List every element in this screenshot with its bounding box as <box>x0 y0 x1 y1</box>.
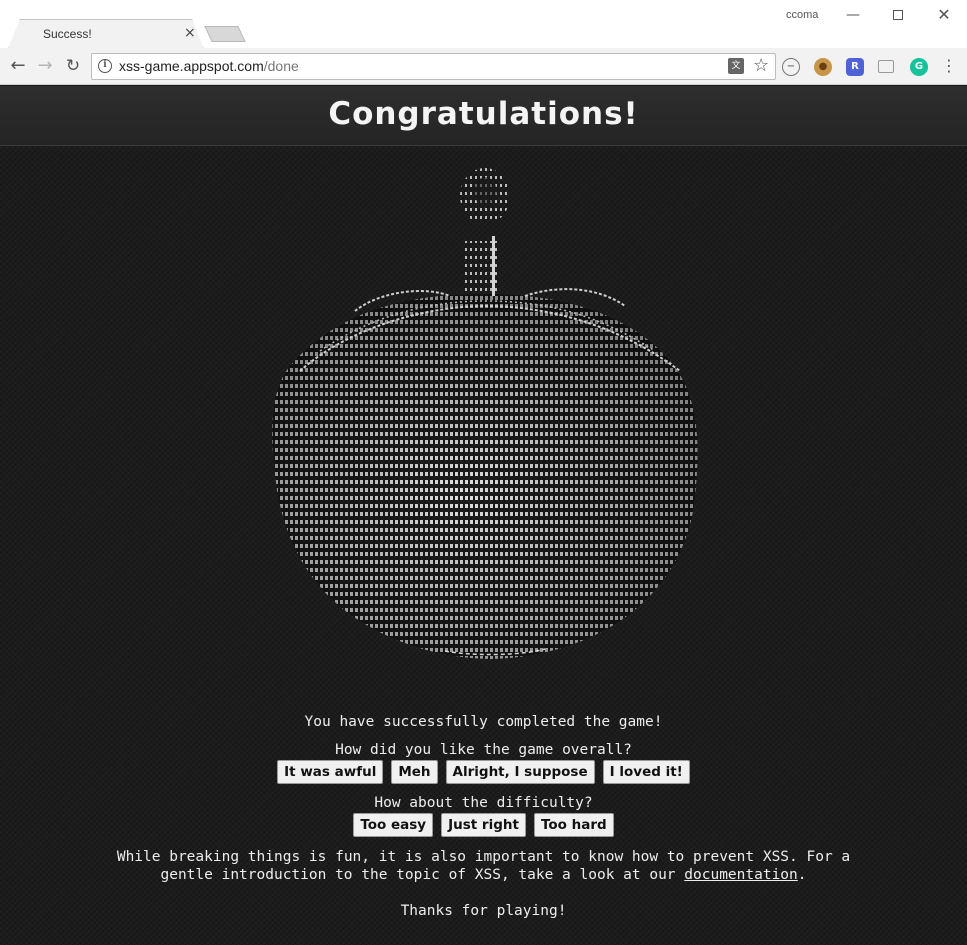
grammarly-extension-icon[interactable]: G <box>910 58 928 76</box>
info-line-2-end: . <box>797 867 807 883</box>
info-line-2: gentle introduction to the topic of XSS,… <box>0 866 967 884</box>
difficulty-feedback-buttons: Too easy Just right Too hard <box>0 813 967 837</box>
overall-awful-button[interactable]: It was awful <box>277 760 384 784</box>
tab-surface: Success! × <box>9 20 203 49</box>
forward-arrow-icon[interactable]: → <box>34 55 56 77</box>
minimize-icon[interactable]: — <box>838 4 868 26</box>
difficulty-just-right-button[interactable]: Just right <box>441 813 526 837</box>
kebab-menu-icon[interactable]: ⋮ <box>940 56 958 76</box>
page-title: Congratulations! <box>328 96 639 132</box>
page-body: Congratulations! You have successfully c… <box>0 86 967 945</box>
new-tab-button[interactable] <box>204 26 246 42</box>
info-line-2-text: gentle introduction to the topic of XSS,… <box>160 867 685 883</box>
info-line-1: While breaking things is fun, it is also… <box>116 849 851 865</box>
url-host: xss-game.appspot.com <box>119 58 264 74</box>
r-extension-icon[interactable]: R <box>846 58 864 76</box>
difficulty-too-easy-button[interactable]: Too easy <box>353 813 434 837</box>
url-text[interactable]: xss-game.appspot.com/done <box>119 58 299 74</box>
complete-message: You have successfully completed the game… <box>304 714 663 730</box>
tab-close-icon[interactable]: × <box>184 25 196 41</box>
translate-icon[interactable]: 文 <box>728 58 744 74</box>
difficulty-too-hard-button[interactable]: Too hard <box>533 813 614 837</box>
reload-icon[interactable]: ↻ <box>62 55 84 77</box>
info-paragraph: While breaking things is fun, it is also… <box>0 848 967 884</box>
tab-title: Success! <box>43 27 92 41</box>
browser-tab[interactable]: Success! × <box>8 19 204 49</box>
cookie-extension-icon[interactable]: ● <box>814 58 832 76</box>
profile-name[interactable]: ccoma <box>786 9 818 21</box>
close-window-icon[interactable]: ✕ <box>929 4 959 26</box>
browser-toolbar: ← → ↻ i xss-game.appspot.com/done 文 ☆ − … <box>0 48 967 85</box>
star-icon[interactable]: ☆ <box>753 55 769 77</box>
overall-loved-button[interactable]: I loved it! <box>602 760 690 784</box>
window-extension-icon[interactable] <box>878 60 894 73</box>
documentation-link[interactable]: documentation <box>684 867 798 883</box>
overall-question: How did you like the game overall? <box>335 742 632 758</box>
url-path: /done <box>263 58 299 74</box>
browser-titlebar: Success! × ccoma — ✕ <box>0 0 967 49</box>
blocker-extension-icon[interactable]: − <box>782 58 800 76</box>
thanks-message: Thanks for playing! <box>400 903 567 919</box>
page-banner: Congratulations! <box>0 86 967 146</box>
ascii-art-svg <box>272 168 698 659</box>
difficulty-question: How about the difficulty? <box>374 795 593 811</box>
info-icon[interactable]: i <box>98 59 112 73</box>
overall-alright-button[interactable]: Alright, I suppose <box>445 760 595 784</box>
overall-meh-button[interactable]: Meh <box>391 760 438 784</box>
back-arrow-icon[interactable]: ← <box>7 55 29 77</box>
maximize-icon[interactable] <box>883 4 913 26</box>
ascii-cake-icon <box>230 166 737 666</box>
overall-feedback-buttons: It was awful Meh Alright, I suppose I loved… <box>0 760 967 784</box>
address-bar[interactable]: i xss-game.appspot.com/done 文 ☆ <box>91 53 776 80</box>
